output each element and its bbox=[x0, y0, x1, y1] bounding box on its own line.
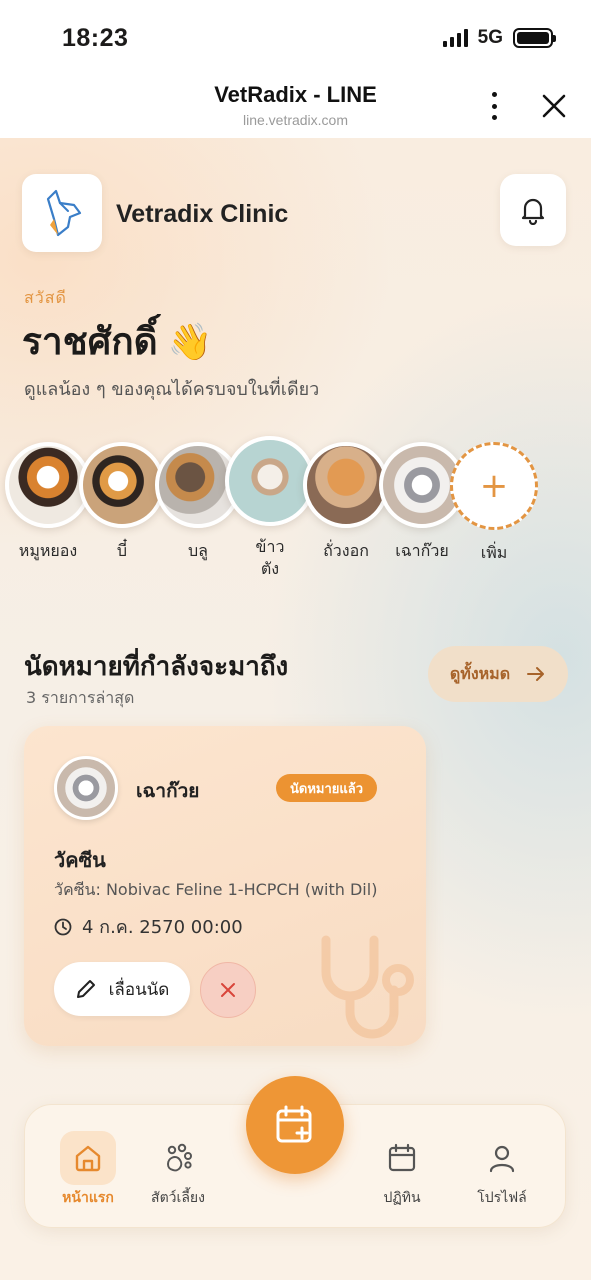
arrow-right-icon bbox=[527, 667, 545, 681]
nav-pets-label: สัตว์เลี้ยง bbox=[151, 1190, 205, 1206]
status-badge: นัดหมายแล้ว bbox=[276, 774, 378, 802]
reschedule-label: เลื่อนนัด bbox=[108, 979, 170, 1000]
greeting-subtitle: ดูแลน้อง ๆ ของคุณได้ครบจบในที่เดียว bbox=[24, 379, 320, 400]
more-options-icon[interactable] bbox=[482, 90, 506, 122]
view-all-button[interactable]: ดูทั้งหมด bbox=[428, 646, 568, 702]
appointments-subtitle: 3 รายการล่าสุด bbox=[26, 688, 135, 707]
appointment-detail: วัคซีน: Nobivac Feline 1-HCPCH (with Dil… bbox=[54, 880, 378, 899]
clinic-name: Vetradix Clinic bbox=[116, 200, 289, 228]
calendar-add-icon bbox=[276, 1105, 312, 1143]
signal-icon bbox=[442, 29, 468, 47]
calendar-icon bbox=[374, 1131, 430, 1185]
greeting-hello: สวัสดี bbox=[24, 288, 67, 307]
pets-row: หมูหยอง บี๋ บลู ข้าว ตัง ถั่วงอก เฉาก๊วย… bbox=[0, 436, 591, 602]
home-icon bbox=[60, 1131, 116, 1185]
clock-icon bbox=[54, 918, 72, 935]
reschedule-button[interactable]: เลื่อนนัด bbox=[54, 962, 190, 1016]
bell-icon bbox=[521, 198, 545, 225]
clinic-logo bbox=[22, 174, 102, 252]
close-icon bbox=[221, 983, 235, 997]
status-indicators: 5G bbox=[442, 27, 556, 49]
nav-calendar-label: ปฏิทิน bbox=[383, 1190, 421, 1206]
dog-logo-icon bbox=[46, 189, 82, 237]
browser-header: VetRadix - LINE line.vetradix.com bbox=[0, 70, 591, 138]
nav-profile-label: โปรไฟล์ bbox=[477, 1190, 527, 1206]
stethoscope-icon bbox=[321, 935, 414, 1039]
status-time: 18:23 bbox=[62, 24, 129, 52]
nav-pets[interactable]: สัตว์เลี้ยง bbox=[133, 1131, 223, 1209]
waving-hand-icon: 👋 bbox=[167, 321, 213, 363]
notification-button[interactable] bbox=[500, 174, 566, 246]
user-name: ราชศักดิ์ 👋 bbox=[22, 312, 213, 371]
new-appointment-button[interactable] bbox=[246, 1076, 344, 1174]
view-all-label: ดูทั้งหมด bbox=[449, 663, 511, 683]
nav-home[interactable]: หน้าแรก bbox=[43, 1131, 133, 1209]
add-pet-label: เพิ่ม bbox=[480, 543, 508, 562]
nav-calendar[interactable]: ปฏิทิน bbox=[357, 1131, 447, 1209]
network-type: 5G bbox=[477, 27, 503, 48]
nav-home-label: หน้าแรก bbox=[62, 1190, 114, 1206]
battery-icon bbox=[513, 28, 556, 48]
add-pet-icon: + bbox=[450, 442, 538, 530]
appointment-type: วัคซีน bbox=[54, 848, 106, 872]
user-icon bbox=[474, 1131, 530, 1185]
appointment-datetime-text: 4 ก.ค. 2570 00:00 bbox=[82, 917, 243, 938]
user-name-text: ราชศักดิ์ bbox=[22, 320, 158, 363]
paw-icon bbox=[150, 1131, 206, 1185]
home-page: Vetradix Clinic สวัสดี ราชศักดิ์ 👋 ดูแลน… bbox=[0, 138, 591, 1280]
appointment-pet-avatar bbox=[54, 756, 118, 820]
close-icon[interactable] bbox=[540, 92, 568, 120]
add-pet-button[interactable]: + เพิ่ม bbox=[446, 442, 542, 564]
appointment-datetime: 4 ก.ค. 2570 00:00 bbox=[54, 912, 243, 941]
status-bar: 18:23 5G bbox=[0, 0, 591, 70]
nav-profile[interactable]: โปรไฟล์ bbox=[457, 1131, 547, 1209]
appointment-pet-name: เฉาก๊วย bbox=[136, 780, 200, 802]
pencil-icon bbox=[76, 980, 95, 998]
cancel-appointment-button[interactable] bbox=[200, 962, 256, 1018]
appointments-title: นัดหมายที่กำลังจะมาถึง bbox=[24, 652, 289, 682]
appointment-card[interactable]: เฉาก๊วย นัดหมายแล้ว วัคซีน วัคซีน: Nobiv… bbox=[24, 726, 426, 1046]
